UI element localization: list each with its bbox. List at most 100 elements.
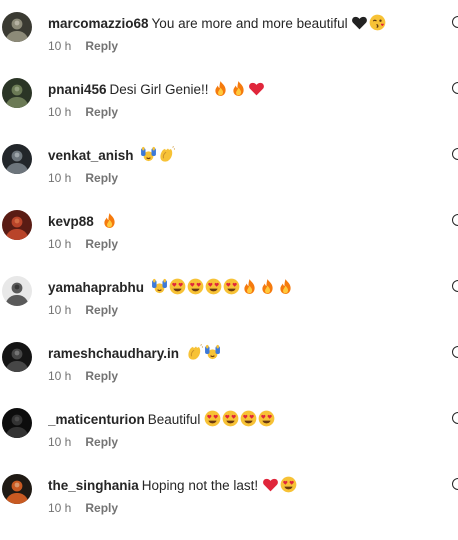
comment-row: yamahaprabhu 10 h Reply <box>0 276 458 342</box>
comment-username[interactable]: rameshchaudhary.in <box>48 346 179 361</box>
comment-username[interactable]: venkat_anish <box>48 148 134 163</box>
comment-line: rameshchaudhary.in <box>48 344 432 364</box>
comment-line: yamahaprabhu <box>48 278 432 298</box>
fire-emoji-icon <box>230 80 247 97</box>
avatar[interactable] <box>2 342 32 372</box>
reply-button[interactable]: Reply <box>85 303 118 317</box>
comment-meta: 10 h Reply <box>48 236 118 252</box>
reply-button[interactable]: Reply <box>85 369 118 383</box>
comment-meta: 10 h Reply <box>48 500 118 516</box>
heart-eyes-emoji-icon <box>222 410 239 427</box>
comment-row: rameshchaudhary.in 10 h Reply <box>0 342 458 408</box>
heart-eyes-emoji-icon <box>169 278 186 295</box>
avatar[interactable] <box>2 474 32 504</box>
raising-hands-emoji-icon <box>204 344 221 361</box>
heart-eyes-emoji-icon <box>187 278 204 295</box>
reply-button[interactable]: Reply <box>85 501 118 515</box>
comment-row: the_singhania Hoping not the last! 10 h Re… <box>0 474 458 540</box>
comment-time: 10 h <box>48 39 72 53</box>
heart-eyes-emoji-icon <box>204 410 221 427</box>
fire-emoji-icon <box>277 278 294 295</box>
comment-emojis <box>209 80 267 97</box>
avatar[interactable] <box>2 12 32 42</box>
heart-eyes-emoji-icon <box>240 410 257 427</box>
comment-time: 10 h <box>48 171 72 185</box>
black-heart-emoji-icon <box>351 14 368 31</box>
comment-text: Beautiful <box>147 412 201 427</box>
comment-line: the_singhania Hoping not the last! <box>48 476 432 496</box>
like-heart-icon[interactable] <box>452 148 458 160</box>
comment-time: 10 h <box>48 435 72 449</box>
avatar[interactable] <box>2 210 32 240</box>
heart-eyes-emoji-icon <box>205 278 222 295</box>
comment-time: 10 h <box>48 105 72 119</box>
comment-line: pnani456 Desi Girl Genie!! <box>48 80 432 100</box>
comment-username[interactable]: the_singhania <box>48 478 139 493</box>
comment-text: Hoping not the last! <box>141 478 259 493</box>
comment-line: kevp88 <box>48 212 432 232</box>
reply-button[interactable]: Reply <box>85 435 118 449</box>
comment-time: 10 h <box>48 237 72 251</box>
comment-line: marcomazzio68 You are more and more beaut… <box>48 14 432 34</box>
like-heart-icon[interactable] <box>452 478 458 490</box>
comment-line: _maticenturion Beautiful <box>48 410 432 430</box>
comment-meta: 10 h Reply <box>48 38 118 54</box>
reply-button[interactable]: Reply <box>85 105 118 119</box>
comment-time: 10 h <box>48 369 72 383</box>
wink-kiss-emoji-icon <box>369 14 386 31</box>
avatar[interactable] <box>2 276 32 306</box>
comment-emojis <box>147 278 295 295</box>
fire-emoji-icon <box>259 278 276 295</box>
comment-emojis <box>258 476 298 493</box>
comment-text: You are more and more beautiful <box>151 16 348 31</box>
comment-row: venkat_anish 10 h Reply <box>0 144 458 210</box>
like-heart-icon[interactable] <box>452 214 458 226</box>
raising-hands-emoji-icon <box>140 146 157 163</box>
heart-eyes-emoji-icon <box>223 278 240 295</box>
reply-button[interactable]: Reply <box>85 237 118 251</box>
clapping-hands-emoji-icon <box>158 146 176 163</box>
comment-username[interactable]: pnani456 <box>48 82 107 97</box>
fire-emoji-icon <box>241 278 258 295</box>
avatar[interactable] <box>2 144 32 174</box>
comment-username[interactable]: yamahaprabhu <box>48 280 144 295</box>
like-heart-icon[interactable] <box>452 16 458 28</box>
avatar[interactable] <box>2 408 32 438</box>
fire-emoji-icon <box>212 80 229 97</box>
comment-emojis <box>348 14 388 31</box>
like-heart-icon[interactable] <box>452 412 458 424</box>
raising-hands-emoji-icon <box>151 278 168 295</box>
comment-row: pnani456 Desi Girl Genie!! 10 h Reply <box>0 78 458 144</box>
comment-meta: 10 h Reply <box>48 368 118 384</box>
reply-button[interactable]: Reply <box>85 39 118 53</box>
fire-emoji-icon <box>101 212 118 229</box>
like-heart-icon[interactable] <box>452 82 458 94</box>
comment-meta: 10 h Reply <box>48 104 118 120</box>
red-heart-emoji-icon <box>248 80 265 97</box>
clapping-hands-emoji-icon <box>186 344 203 361</box>
comment-row: _maticenturion Beautiful 10 h Reply <box>0 408 458 474</box>
red-heart-emoji-icon <box>262 476 279 493</box>
comment-username[interactable]: _maticenturion <box>48 412 145 427</box>
comment-line: venkat_anish <box>48 146 432 166</box>
comment-meta: 10 h Reply <box>48 302 118 318</box>
comment-text: Desi Girl Genie!! <box>109 82 209 97</box>
heart-eyes-emoji-icon <box>280 476 297 493</box>
comment-meta: 10 h Reply <box>48 170 118 186</box>
comment-row: marcomazzio68 You are more and more beaut… <box>0 12 458 78</box>
reply-button[interactable]: Reply <box>85 171 118 185</box>
comment-username[interactable]: marcomazzio68 <box>48 16 149 31</box>
comment-emojis <box>200 410 276 427</box>
comment-emojis <box>182 344 222 361</box>
comment-emojis <box>97 212 119 229</box>
avatar[interactable] <box>2 78 32 108</box>
comment-username[interactable]: kevp88 <box>48 214 94 229</box>
like-heart-icon[interactable] <box>452 280 458 292</box>
comment-meta: 10 h Reply <box>48 434 118 450</box>
comment-time: 10 h <box>48 501 72 515</box>
comment-row: kevp88 10 h Reply <box>0 210 458 276</box>
like-heart-icon[interactable] <box>452 346 458 358</box>
comment-time: 10 h <box>48 303 72 317</box>
heart-eyes-emoji-icon <box>258 410 275 427</box>
comment-emojis <box>137 146 177 163</box>
